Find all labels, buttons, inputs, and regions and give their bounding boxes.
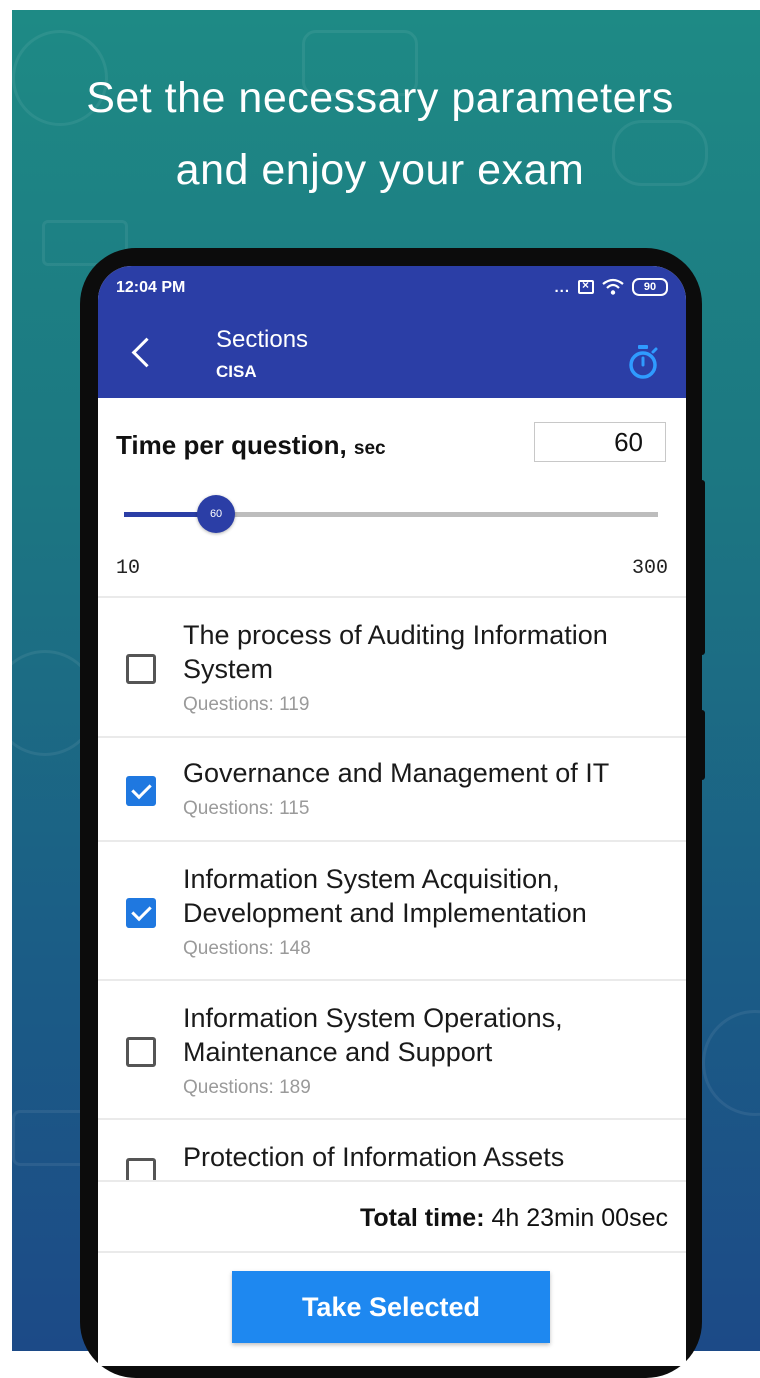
time-per-question-input[interactable] [534, 422, 666, 462]
divider [98, 1251, 686, 1253]
total-time: Total time: 4h 23min 00sec [360, 1204, 668, 1233]
chevron-left-icon[interactable] [131, 337, 162, 368]
headline-line-2: and enjoy your exam [175, 146, 585, 194]
sections-list[interactable]: The process of Auditing Information Syst… [98, 598, 686, 1180]
time-per-question-label: Time per question, sec [116, 430, 386, 461]
section-item[interactable]: Protection of Information Assets [98, 1120, 686, 1180]
section-checkbox[interactable] [126, 776, 156, 806]
section-question-count: Questions: 119 [183, 694, 310, 715]
wifi-icon [602, 278, 624, 295]
page-title: Sections [216, 326, 309, 353]
time-slider[interactable]: 60 [124, 495, 658, 533]
divider [98, 1180, 686, 1182]
phone-volume-button [699, 480, 705, 655]
phone-screen: 12:04 PM ... 90 Sections CISA Time per q… [98, 266, 686, 1366]
section-title: The process of Auditing Information Syst… [183, 620, 608, 684]
section-title: Information System Operations, Maintenan… [183, 1003, 563, 1067]
status-icons: ... 90 [554, 276, 668, 298]
no-sim-icon [578, 278, 594, 294]
signal-dots-icon: ... [554, 278, 570, 296]
slider-thumb[interactable]: 60 [197, 495, 236, 533]
time-per-question-text: Time per question, [116, 430, 347, 460]
promo-headline: Set the necessary parameters and enjoy y… [0, 62, 760, 206]
section-item[interactable]: Information System Acquisition, Developm… [98, 842, 686, 978]
globe-doodle-icon [702, 1010, 760, 1116]
section-title: Information System Acquisition, Developm… [183, 864, 587, 928]
section-checkbox[interactable] [126, 1158, 156, 1180]
time-unit: sec [353, 438, 386, 459]
section-checkbox[interactable] [126, 898, 156, 928]
battery-icon: 90 [632, 278, 668, 296]
status-time: 12:04 PM [116, 279, 186, 296]
card-doodle-icon [12, 1110, 88, 1166]
section-checkbox[interactable] [126, 1037, 156, 1067]
slider-max-label: 300 [631, 557, 668, 580]
phone-power-button [699, 710, 705, 780]
section-question-count: Questions: 189 [183, 1077, 311, 1098]
app-bar: Sections CISA [98, 310, 686, 398]
section-checkbox[interactable] [126, 654, 156, 684]
total-time-label: Total time: [359, 1204, 485, 1232]
status-bar: 12:04 PM ... 90 [98, 266, 686, 310]
section-title: Governance and Management of IT [183, 758, 610, 788]
take-selected-button[interactable]: Take Selected [232, 1271, 550, 1343]
stopwatch-icon[interactable] [626, 344, 660, 380]
section-question-count: Questions: 115 [183, 798, 310, 819]
section-item[interactable]: Governance and Management of IT Question… [98, 738, 686, 840]
slider-min-label: 10 [116, 557, 141, 580]
section-item[interactable]: The process of Auditing Information Syst… [98, 598, 686, 736]
page-subtitle: CISA [216, 362, 257, 381]
headline-line-1: Set the necessary parameters [86, 74, 674, 122]
total-time-value: 4h 23min 00sec [491, 1204, 668, 1232]
section-item[interactable]: Information System Operations, Maintenan… [98, 981, 686, 1117]
section-title: Protection of Information Assets [183, 1142, 565, 1172]
section-question-count: Questions: 148 [183, 938, 311, 959]
